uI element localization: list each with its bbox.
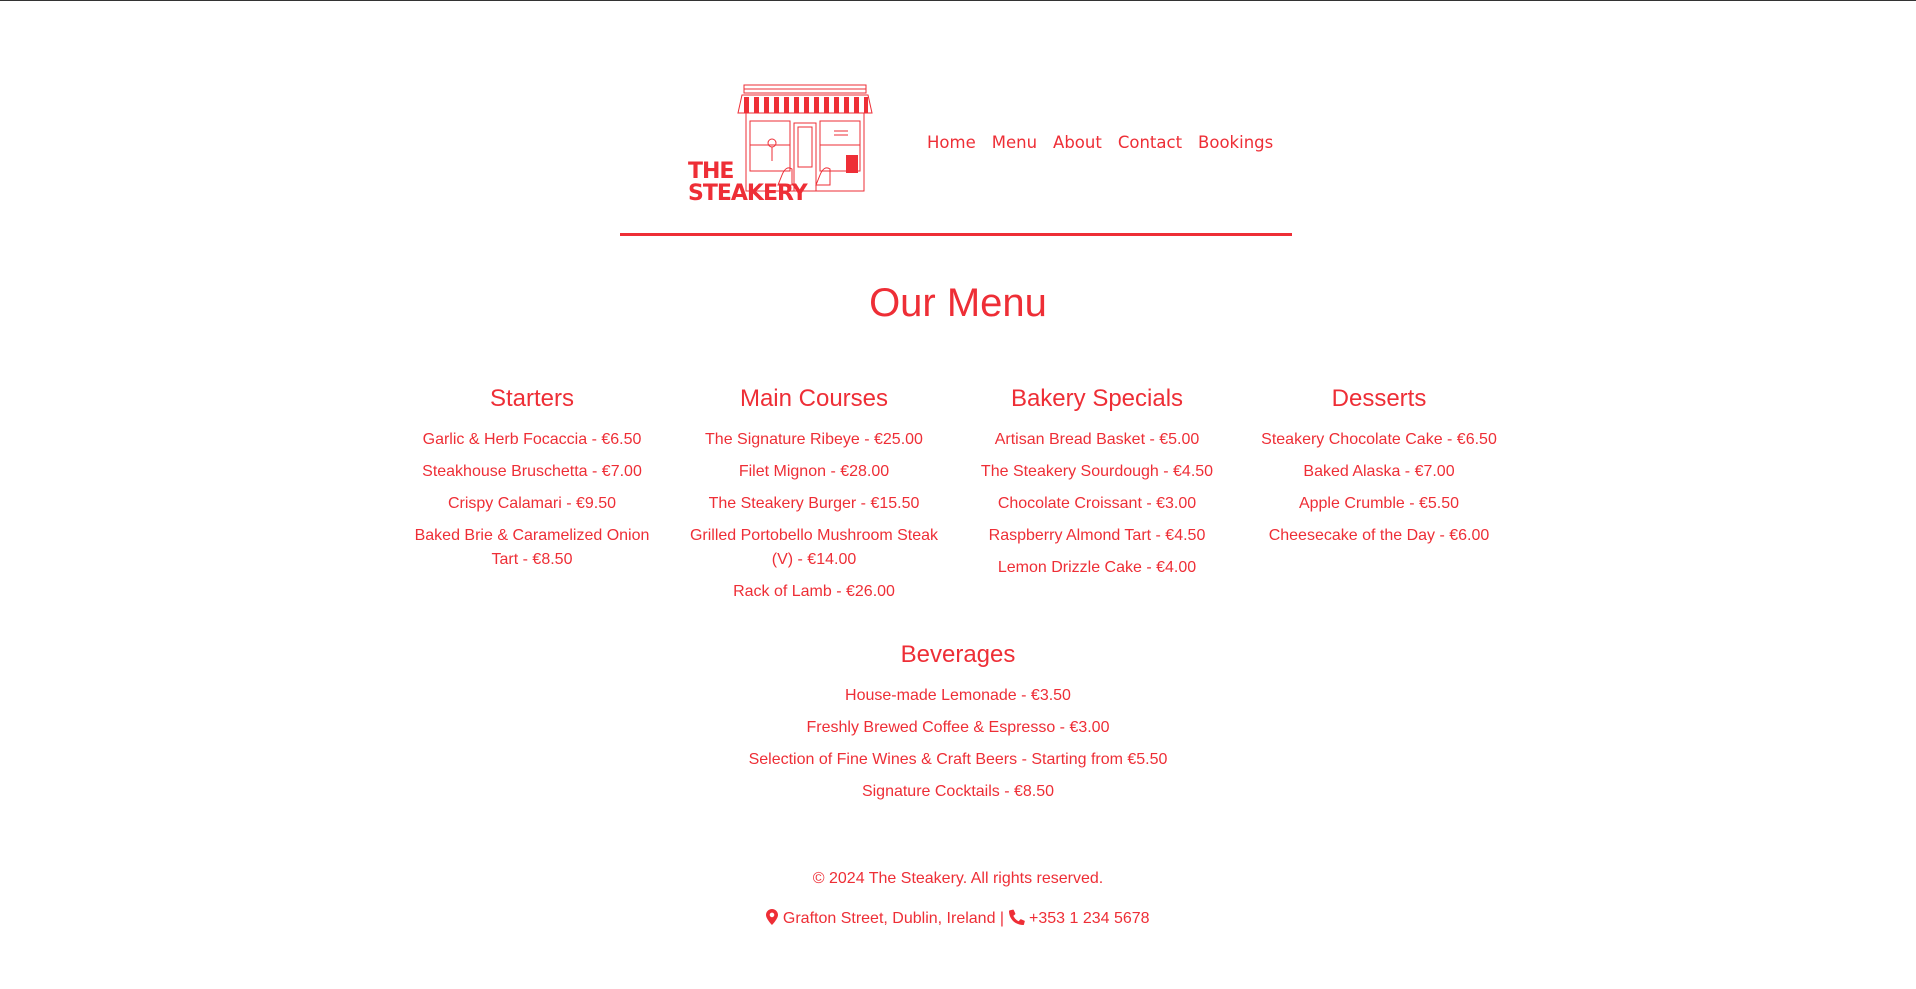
menu-item: Filet Mignon - €28.00 <box>738 463 890 480</box>
menu-list: House-made Lemonade - €3.50 Freshly Brew… <box>658 684 1258 804</box>
menu-item: Selection of Fine Wines & Craft Beers - … <box>748 751 1168 768</box>
menu-item: Artisan Bread Basket - €5.00 <box>994 431 1200 448</box>
section-title: Main Courses <box>739 385 889 412</box>
menu-item: Apple Crumble - €5.50 <box>1298 495 1460 512</box>
menu-item: Crispy Calamari - €9.50 <box>447 495 617 512</box>
menu-list: Steakery Chocolate Cake - €6.50 Baked Al… <box>1254 428 1504 548</box>
phone-text[interactable]: +353 1 234 5678 <box>1029 910 1150 927</box>
menu-list: Garlic & Herb Focaccia - €6.50 Steakhous… <box>407 428 657 572</box>
menu-section-starters: Starters Garlic & Herb Focaccia - €6.50 … <box>407 384 657 580</box>
storefront-logo-icon: THE STEAKERY <box>688 84 873 206</box>
menu-item: Grilled Portobello Mushroom Steak (V) - … <box>689 527 939 568</box>
menu-section-desserts: Desserts Steakery Chocolate Cake - €6.50… <box>1254 384 1504 556</box>
section-title: Beverages <box>900 641 1016 668</box>
contact-line: Grafton Street, Dublin, Ireland | +353 1… <box>0 907 1916 933</box>
menu-item: The Steakery Burger - €15.50 <box>708 495 920 512</box>
menu-item: Steakery Chocolate Cake - €6.50 <box>1261 431 1497 448</box>
nav-menu[interactable]: Menu <box>992 133 1037 152</box>
address-text: Grafton Street, Dublin, Ireland <box>782 910 996 927</box>
menu-item: The Signature Ribeye - €25.00 <box>705 431 923 448</box>
menu-section-beverages: Beverages House-made Lemonade - €3.50 Fr… <box>658 640 1258 812</box>
menu-item: Garlic & Herb Focaccia - €6.50 <box>422 431 642 448</box>
menu-item: Signature Cocktails - €8.50 <box>861 783 1055 800</box>
menu-item: Chocolate Croissant - €3.00 <box>997 495 1197 512</box>
phone-icon <box>1008 909 1025 933</box>
site-footer: © 2024 The Steakery. All rights reserved… <box>0 867 1916 949</box>
logo-text-steakery: STEAKERY <box>688 181 809 203</box>
menu-item: Rack of Lamb - €26.00 <box>733 583 895 600</box>
menu-item: House-made Lemonade - €3.50 <box>845 687 1071 704</box>
nav-home[interactable]: Home <box>927 133 976 152</box>
site-header: THE STEAKERY Home Menu About Contact Boo… <box>620 83 1292 236</box>
map-marker-icon <box>766 909 779 933</box>
menu-item: Steakhouse Bruschetta - €7.00 <box>422 463 642 480</box>
menu-item: Lemon Drizzle Cake - €4.00 <box>997 559 1197 576</box>
copyright-text: © 2024 The Steakery. All rights reserved… <box>812 870 1104 887</box>
menu-item: Raspberry Almond Tart - €4.50 <box>988 527 1206 544</box>
section-title: Bakery Specials <box>1010 385 1184 412</box>
main-nav: Home Menu About Contact Bookings <box>927 133 1289 152</box>
menu-section-bakery-specials: Bakery Specials Artisan Bread Basket - €… <box>972 384 1222 588</box>
section-title: Starters <box>489 385 575 412</box>
menu-item: Baked Alaska - €7.00 <box>1303 463 1455 480</box>
nav-bookings[interactable]: Bookings <box>1198 133 1273 152</box>
menu-item: Freshly Brewed Coffee & Espresso - €3.00 <box>806 719 1110 736</box>
menu-section-main-courses: Main Courses The Signature Ribeye - €25.… <box>689 384 939 612</box>
nav-about[interactable]: About <box>1053 133 1102 152</box>
page-title: Our Menu <box>869 281 1047 325</box>
menu-item: Baked Brie & Caramelized Onion Tart - €8… <box>414 527 650 568</box>
menu-list: Artisan Bread Basket - €5.00 The Steaker… <box>972 428 1222 580</box>
menu-item: Cheesecake of the Day - €6.00 <box>1268 527 1490 544</box>
steakery-logo[interactable]: THE STEAKERY <box>686 83 886 206</box>
separator: | <box>999 910 1005 927</box>
menu-item: The Steakery Sourdough - €4.50 <box>980 463 1214 480</box>
section-title: Desserts <box>1331 385 1427 412</box>
nav-contact[interactable]: Contact <box>1118 133 1182 152</box>
menu-list: The Signature Ribeye - €25.00 Filet Mign… <box>689 428 939 604</box>
